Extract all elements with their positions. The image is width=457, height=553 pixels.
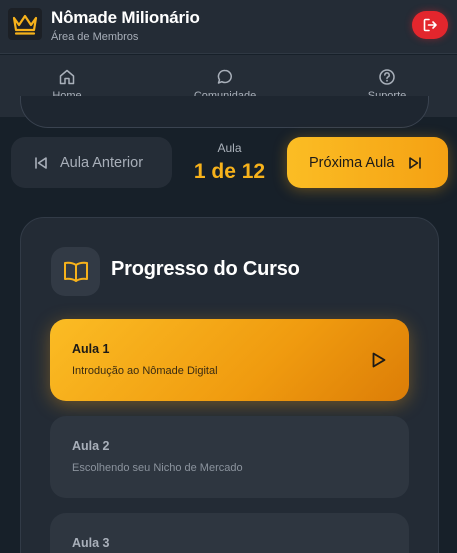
lesson-title: Aula 2 [72, 439, 110, 453]
previous-lesson-button[interactable]: Aula Anterior [11, 137, 172, 188]
previous-lesson-label: Aula Anterior [60, 154, 144, 171]
next-lesson-button[interactable]: Próxima Aula [287, 137, 448, 188]
chat-bubble-icon [217, 69, 232, 84]
next-lesson-label: Próxima Aula [309, 154, 395, 171]
book-open-icon [51, 247, 100, 296]
lesson-item-1[interactable]: Aula 1 Introdução ao Nômade Digital [50, 319, 409, 401]
logout-button[interactable] [412, 11, 448, 39]
lesson-counter: 1 de 12 [193, 160, 266, 183]
help-circle-icon [379, 69, 395, 85]
home-icon [59, 69, 75, 85]
progress-title: Progresso do Curso [111, 258, 300, 280]
logout-icon [423, 18, 437, 32]
lesson-title: Aula 1 [72, 342, 110, 356]
lesson-item-2[interactable]: Aula 2 Escolhendo seu Nicho de Mercado [50, 416, 409, 498]
skip-back-icon [35, 156, 47, 169]
lesson-subtitle: Escolhendo seu Nicho de Mercado [72, 462, 243, 474]
lesson-title: Aula 3 [72, 536, 110, 550]
lesson-item-3[interactable]: Aula 3 [50, 513, 409, 553]
play-icon [372, 352, 386, 368]
app-subtitle: Área de Membros [51, 31, 139, 43]
crown-icon [8, 8, 42, 40]
skip-forward-icon [409, 156, 422, 169]
app-header: Nômade Milionário Área de Membros [0, 0, 457, 54]
lesson-subtitle: Introdução ao Nômade Digital [72, 365, 218, 377]
lesson-counter-caption: Aula [217, 141, 242, 155]
video-card-bottom-edge [20, 96, 429, 128]
app-title: Nômade Milionário [51, 8, 200, 27]
